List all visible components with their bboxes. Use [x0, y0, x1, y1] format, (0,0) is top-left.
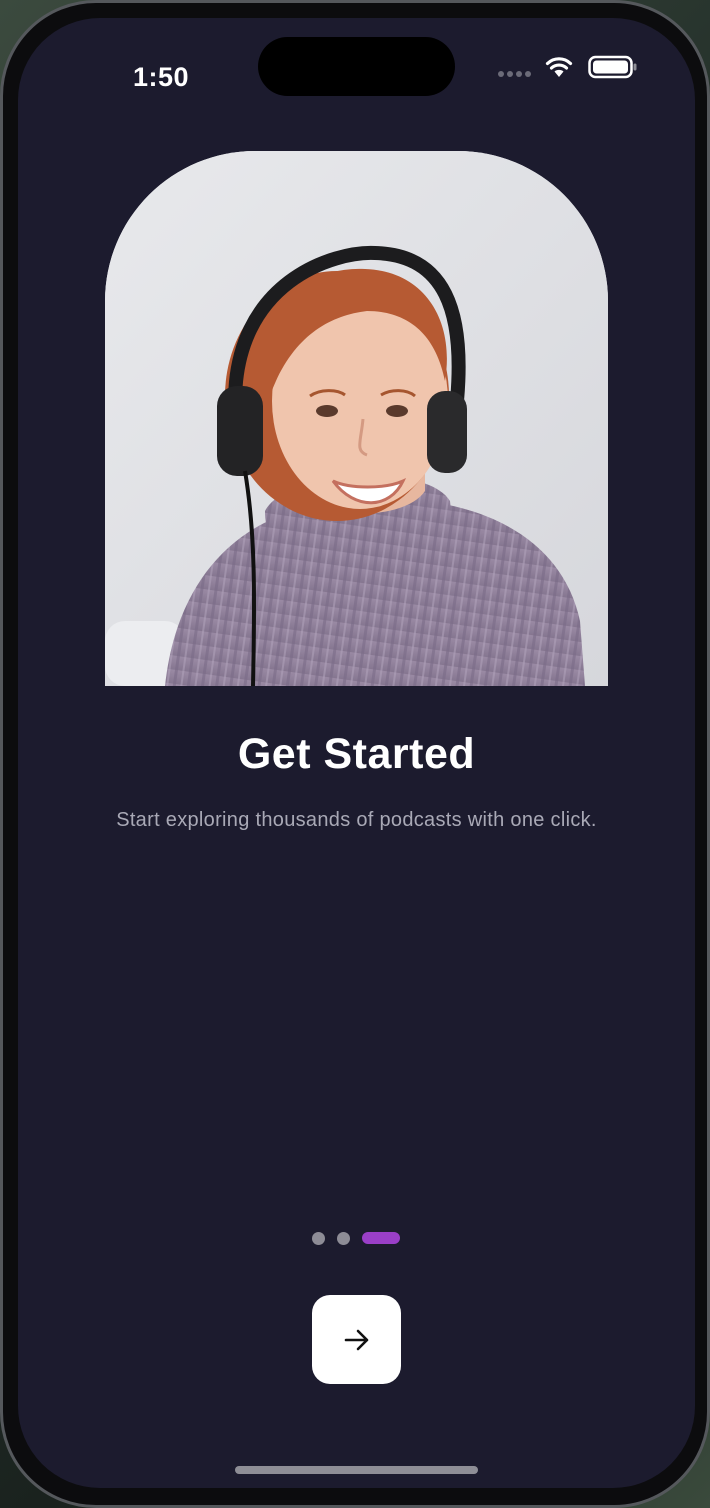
onboarding-title: Get Started — [237, 730, 476, 778]
next-button[interactable] — [312, 1295, 401, 1384]
phone-frame: 1:50 Get Started Start exploring thousan… — [0, 0, 710, 1508]
page-dot-1[interactable] — [312, 1231, 325, 1245]
wifi-icon — [545, 57, 573, 77]
arrow-right-icon — [344, 1329, 368, 1350]
dynamic-island — [258, 37, 455, 96]
home-indicator[interactable] — [235, 1466, 478, 1474]
page-indicator — [312, 1231, 400, 1245]
status-time: 1:50 — [132, 62, 190, 92]
battery-icon — [588, 55, 637, 79]
page-dot-3-active[interactable] — [362, 1232, 400, 1244]
app-screen: 1:50 Get Started Start exploring thousan… — [18, 18, 695, 1488]
cellular-signal-icon — [498, 70, 534, 78]
onboarding-subtitle: Start exploring thousands of podcasts wi… — [116, 809, 597, 831]
page-dot-2[interactable] — [337, 1231, 350, 1245]
hero-photo — [105, 151, 608, 686]
